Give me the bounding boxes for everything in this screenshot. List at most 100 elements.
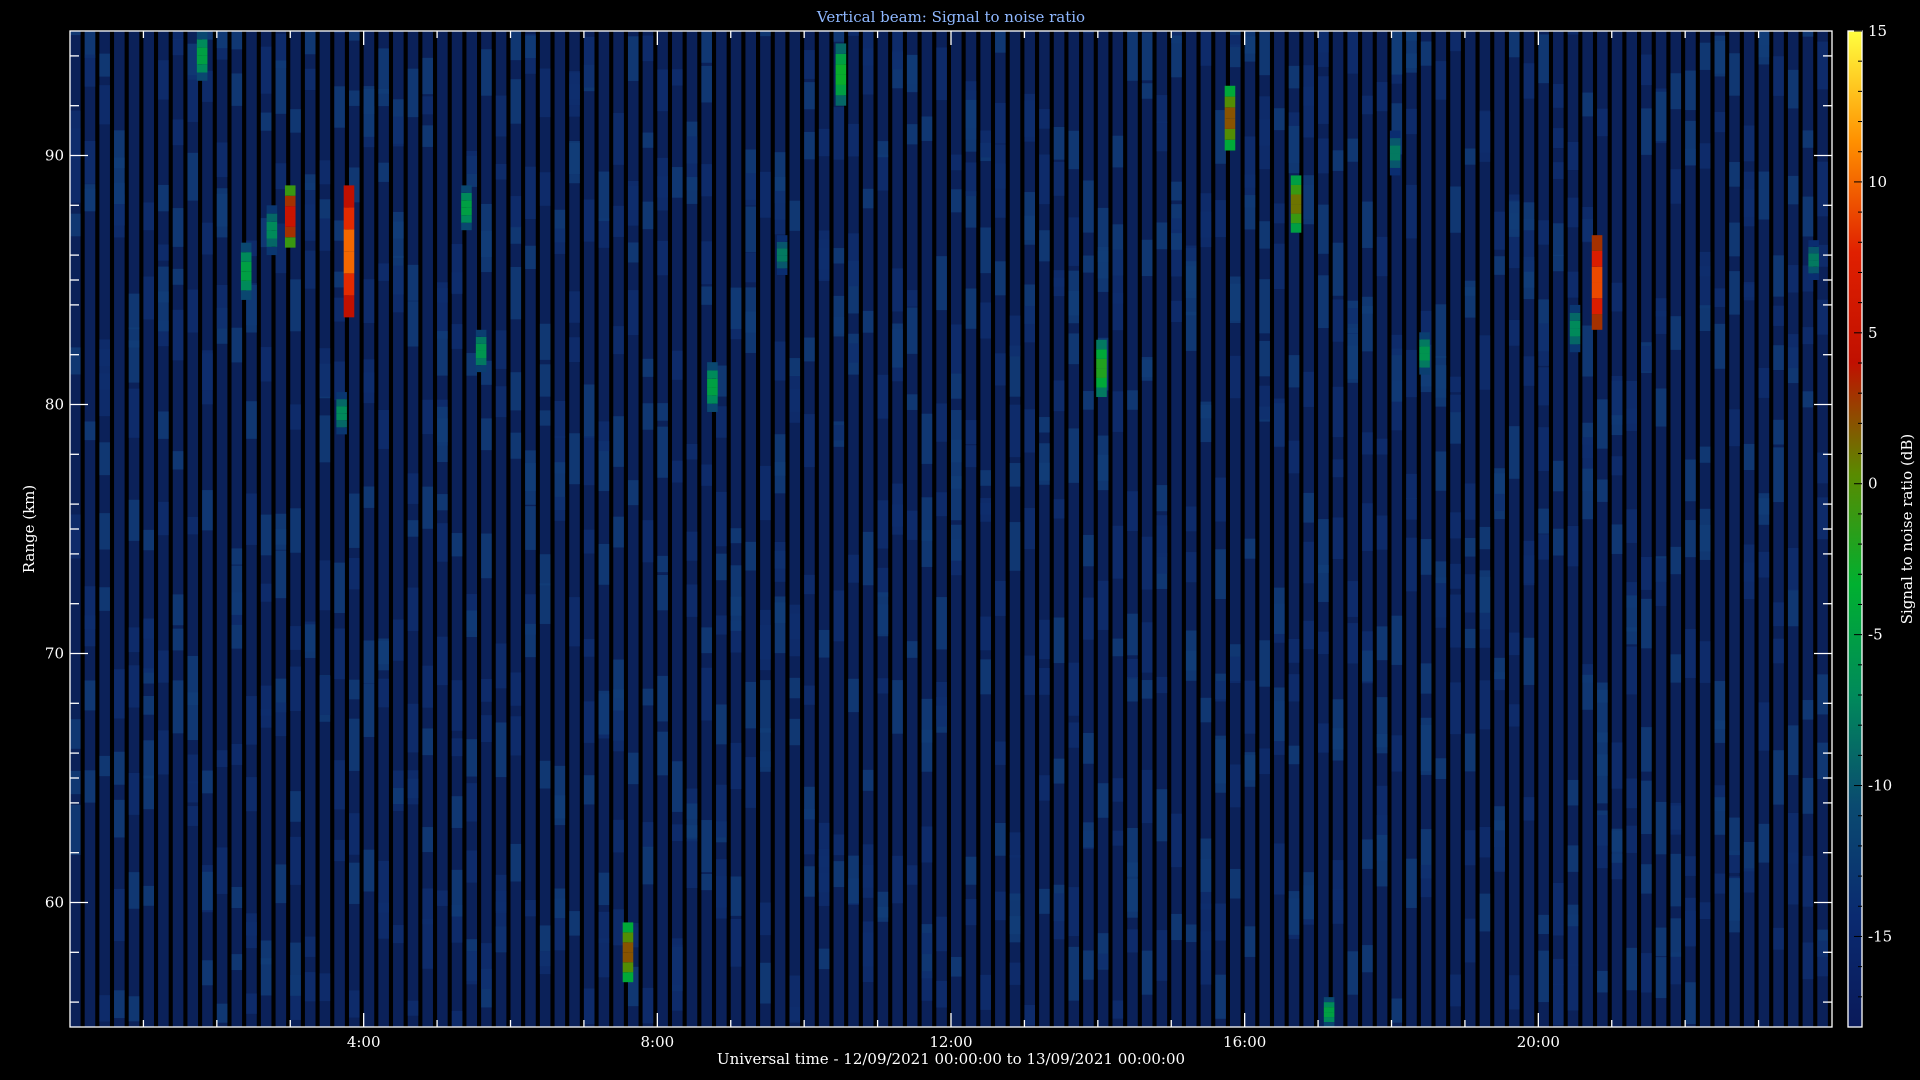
heatmap-cell — [1479, 826, 1491, 858]
heatmap-cell — [1450, 31, 1461, 52]
echo-cell — [475, 365, 487, 373]
heatmap-cell — [1215, 974, 1226, 1019]
colorbar-tick-label: 15 — [1868, 22, 1887, 40]
heatmap-cell — [1773, 305, 1784, 326]
heatmap-cell — [1582, 206, 1593, 243]
heatmap-cell — [1097, 454, 1109, 491]
heatmap-cell — [936, 980, 947, 1008]
heatmap-cell — [128, 996, 140, 1022]
heatmap-cell — [774, 434, 786, 476]
heatmap-cell — [348, 718, 360, 771]
heatmap-cell — [231, 743, 243, 765]
echo-cell — [1808, 246, 1819, 254]
heatmap-cell — [1068, 290, 1080, 324]
echo-cell — [461, 207, 472, 216]
heatmap-cell — [877, 154, 889, 191]
heatmap-cell — [1508, 426, 1520, 479]
heatmap-cell — [275, 550, 287, 599]
heatmap-cell — [1200, 31, 1212, 66]
heatmap-cell — [158, 411, 169, 439]
heatmap-cell — [260, 514, 272, 556]
heatmap-cell — [921, 413, 933, 464]
heatmap-cell — [1141, 239, 1153, 277]
heatmap-cell — [70, 213, 81, 237]
echo-cell — [196, 39, 208, 48]
echo-cell — [284, 206, 296, 217]
echo-cell — [1808, 260, 1819, 267]
heatmap-column — [1655, 31, 1667, 1027]
heatmap-cell — [114, 751, 125, 785]
heatmap-cell — [1332, 150, 1344, 171]
heatmap-cell — [804, 685, 815, 705]
heatmap-cell — [1332, 386, 1344, 438]
heatmap-cell — [833, 861, 845, 888]
heatmap-column — [1508, 31, 1520, 1027]
heatmap-cell — [627, 290, 639, 336]
heatmap-cell — [862, 844, 874, 888]
heatmap-cell — [304, 204, 316, 241]
heatmap-cell — [1332, 517, 1344, 560]
heatmap-column — [554, 31, 566, 1027]
heatmap-cell — [304, 972, 316, 1002]
heatmap-cell — [1685, 520, 1696, 558]
echo-cell — [776, 235, 788, 242]
heatmap-cell — [1083, 180, 1094, 233]
heatmap-cell — [1127, 31, 1138, 81]
heatmap-column — [936, 31, 947, 1027]
heatmap-cell — [202, 490, 213, 531]
heatmap-cell — [1229, 764, 1241, 808]
heatmap-cell — [980, 130, 991, 158]
heatmap-cell — [451, 796, 463, 828]
echo-cell — [835, 84, 847, 96]
heatmap-cell — [1817, 674, 1828, 715]
heatmap-cell — [1450, 594, 1461, 648]
heatmap-cell — [231, 565, 243, 615]
heatmap-cell — [1185, 266, 1197, 316]
colorbar-label: Signal to noise ratio (dB) — [1898, 434, 1916, 625]
heatmap-cell — [1641, 727, 1652, 772]
heatmap-cell — [1553, 223, 1564, 257]
heatmap-cell — [760, 171, 771, 218]
heatmap-cell — [1274, 843, 1285, 895]
heatmap-cell — [1185, 552, 1197, 583]
heatmap-cell — [1479, 526, 1491, 550]
heatmap-cell — [1464, 537, 1476, 557]
heatmap-cell — [1053, 893, 1065, 940]
heatmap-cell — [1435, 355, 1447, 398]
heatmap-cell — [657, 69, 668, 112]
heatmap-cell — [1685, 70, 1696, 111]
heatmap-cell — [1773, 255, 1784, 297]
echo-cell — [1224, 96, 1236, 108]
heatmap-cell — [1229, 31, 1241, 36]
heatmap-cell — [686, 803, 698, 838]
heatmap-cell — [363, 683, 375, 737]
heatmap-cell — [701, 464, 712, 486]
heatmap-cell — [980, 502, 991, 522]
heatmap-cell — [833, 248, 845, 264]
heatmap-cell — [1758, 171, 1770, 220]
heatmap-cell — [789, 677, 801, 699]
heatmap-cell — [833, 295, 845, 337]
echo-cell — [776, 248, 788, 256]
echo-cell — [622, 962, 634, 973]
heatmap-cell — [862, 188, 874, 209]
heatmap-cell — [745, 173, 757, 206]
heatmap-cell — [1523, 63, 1535, 99]
heatmap-cell — [921, 932, 933, 955]
heatmap-cell — [1053, 277, 1065, 297]
echo-cell — [266, 246, 278, 256]
echo-cell — [1290, 175, 1302, 185]
heatmap-cell — [745, 757, 757, 808]
heatmap-cell — [1553, 254, 1564, 272]
heatmap-cell — [451, 272, 463, 295]
heatmap-cell — [1259, 119, 1270, 170]
heatmap-cell — [172, 628, 184, 651]
heatmap-cell — [613, 113, 624, 165]
echo-cell — [1591, 282, 1603, 299]
heatmap-cell — [1685, 856, 1696, 876]
heatmap-cell — [1200, 193, 1212, 248]
heatmap-cell — [1641, 556, 1652, 590]
heatmap-cell — [1112, 638, 1124, 657]
heatmap-cell — [1347, 31, 1359, 74]
echo-cell — [196, 64, 208, 73]
